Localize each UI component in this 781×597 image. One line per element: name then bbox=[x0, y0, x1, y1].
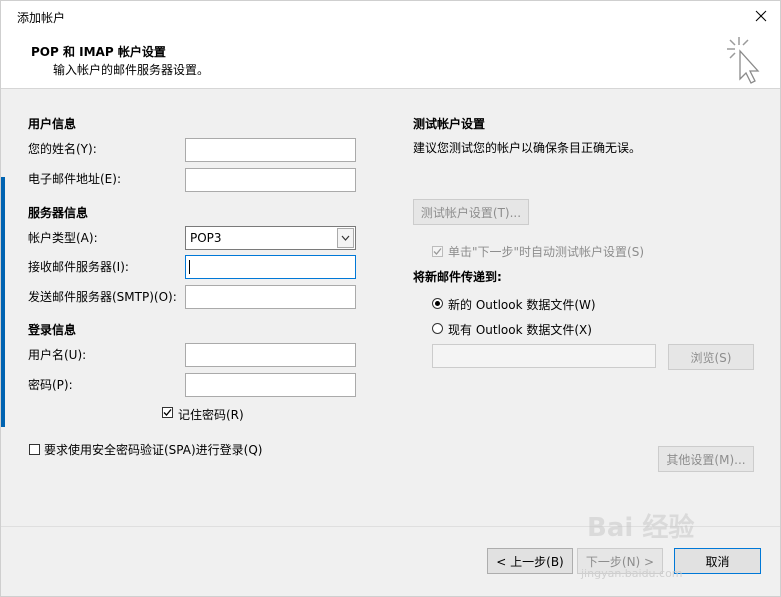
server-info-title: 服务器信息 bbox=[28, 206, 89, 220]
radio-selected-dot bbox=[435, 301, 440, 306]
new-datafile-label[interactable]: 新的 Outlook 数据文件(W) bbox=[448, 296, 596, 313]
name-input[interactable] bbox=[185, 138, 356, 162]
outgoing-server-label: 发送邮件服务器(SMTP)(O): bbox=[28, 290, 177, 304]
spa-label[interactable]: 要求使用安全密码验证(SPA)进行登录(Q) bbox=[44, 441, 262, 458]
existing-datafile-radio[interactable] bbox=[432, 323, 443, 334]
outgoing-server-input[interactable] bbox=[185, 285, 356, 309]
existing-datafile-path-input[interactable] bbox=[432, 344, 656, 368]
password-input[interactable] bbox=[185, 373, 356, 397]
name-label: 您的姓名(Y): bbox=[28, 142, 97, 156]
add-account-dialog: 添加帐户 POP 和 IMAP 帐户设置 输入帐户的邮件服务器设置。 用户信息 … bbox=[0, 0, 781, 597]
test-settings-description: 建议您测试您的帐户以确保条目正确无误。 bbox=[413, 141, 642, 155]
browse-button[interactable]: 浏览(S) bbox=[668, 344, 754, 370]
account-type-value: POP3 bbox=[190, 231, 222, 245]
test-settings-title: 测试帐户设置 bbox=[413, 117, 486, 131]
close-button[interactable] bbox=[743, 1, 779, 31]
username-input[interactable] bbox=[185, 343, 356, 367]
test-account-button[interactable]: 测试帐户设置(T)... bbox=[413, 199, 529, 225]
password-label: 密码(P): bbox=[28, 378, 73, 392]
window-title: 添加帐户 bbox=[17, 11, 66, 25]
dropdown-arrow[interactable] bbox=[337, 228, 354, 248]
username-label: 用户名(U): bbox=[28, 348, 87, 362]
spa-checkbox[interactable] bbox=[29, 444, 40, 455]
chevron-down-icon bbox=[341, 235, 350, 241]
more-settings-button[interactable]: 其他设置(M)... bbox=[658, 446, 754, 472]
header-subtitle: 输入帐户的邮件服务器设置。 bbox=[53, 63, 210, 77]
incoming-server-input[interactable] bbox=[185, 255, 356, 279]
auto-test-checkbox[interactable] bbox=[432, 246, 443, 257]
remember-password-label[interactable]: 记住密码(R) bbox=[178, 406, 244, 423]
incoming-server-label: 接收邮件服务器(I): bbox=[28, 260, 129, 274]
auto-test-label[interactable]: 单击"下一步"时自动测试帐户设置(S) bbox=[448, 243, 644, 260]
email-input[interactable] bbox=[185, 168, 356, 192]
remember-password-checkbox[interactable] bbox=[162, 407, 173, 418]
close-icon bbox=[755, 10, 767, 22]
dialog-header: POP 和 IMAP 帐户设置 输入帐户的邮件服务器设置。 bbox=[1, 31, 780, 89]
deliver-to-title: 将新邮件传递到: bbox=[413, 270, 502, 284]
back-button[interactable]: < 上一步(B) bbox=[487, 548, 573, 574]
wizard-cursor-icon bbox=[727, 37, 760, 84]
baidu-watermark-url: jingyan.baidu.com bbox=[581, 567, 683, 580]
login-info-title: 登录信息 bbox=[28, 323, 77, 337]
cancel-button[interactable]: 取消 bbox=[674, 548, 761, 574]
text-caret bbox=[189, 260, 190, 274]
title-bar: 添加帐户 bbox=[1, 1, 780, 31]
user-info-title: 用户信息 bbox=[28, 117, 77, 131]
new-datafile-radio[interactable] bbox=[432, 298, 443, 309]
account-type-select[interactable]: POP3 bbox=[185, 226, 356, 250]
header-title: POP 和 IMAP 帐户设置 bbox=[31, 45, 166, 59]
baidu-watermark: Bai 经验 bbox=[587, 513, 695, 543]
account-type-label: 帐户类型(A): bbox=[28, 231, 98, 245]
background-window-edge bbox=[1, 177, 5, 427]
checkmark-icon bbox=[433, 248, 442, 255]
email-label: 电子邮件地址(E): bbox=[28, 172, 121, 186]
checkmark-icon bbox=[163, 409, 172, 416]
existing-datafile-label[interactable]: 现有 Outlook 数据文件(X) bbox=[448, 321, 592, 338]
